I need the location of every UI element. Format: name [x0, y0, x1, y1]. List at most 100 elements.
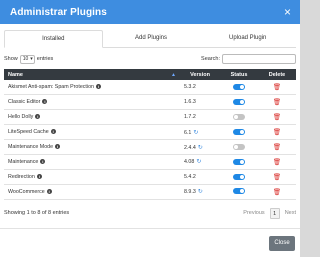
info-icon[interactable]: i [36, 173, 42, 179]
page-size-value: 10 [22, 56, 29, 62]
next-button[interactable]: Next [285, 210, 296, 216]
table-row: Akismet Anti-spam: Spam Protection i 5.3.2… [4, 80, 296, 95]
plugin-version: 4.08 [184, 159, 195, 166]
plugin-name-cell: Maintenance Mode i [4, 140, 180, 155]
info-icon[interactable]: i [50, 129, 56, 135]
plugin-name: WooCommerce [8, 188, 45, 195]
col-delete-header[interactable]: Delete [258, 69, 296, 80]
plugin-name-cell: Redirection i [4, 169, 180, 184]
status-toggle[interactable] [233, 83, 245, 90]
trash-icon[interactable]: 🗑 [273, 189, 281, 196]
plugin-delete-cell: 🗑 [258, 95, 296, 110]
close-icon[interactable]: × [284, 6, 291, 18]
trash-icon[interactable]: 🗑 [273, 99, 281, 106]
plugin-status-cell [220, 184, 258, 199]
plugin-version: 1.7.2 [184, 114, 196, 121]
plugins-table: Name ▲ Version Status Delete Akismet Anti… [4, 69, 296, 200]
plugin-status-cell [220, 125, 258, 140]
plugin-status-cell [220, 110, 258, 125]
plugin-version-cell: 1.7.2 [180, 110, 220, 125]
modal-header: Administrar Plugins × [0, 0, 300, 24]
tab-add-plugins[interactable]: Add Plugins [103, 30, 200, 47]
search-label: Search: [201, 56, 220, 62]
table-row: LiteSpeed Cache i 6.1 ↻ 🗑 [4, 125, 296, 140]
table-row: Maintenance i 4.08 ↻ 🗑 [4, 154, 296, 170]
update-icon[interactable]: ↻ [198, 145, 203, 151]
plugin-version-cell: 8.9.3 ↻ [180, 184, 220, 199]
table-row: Classic Editor i 1.6.3 🗑 [4, 95, 296, 110]
plugin-delete-cell: 🗑 [258, 125, 296, 140]
table-header-row: Name ▲ Version Status Delete [4, 69, 296, 80]
plugin-version: 5.4.2 [184, 173, 196, 180]
table-row: Hello Dolly i 1.7.2 🗑 [4, 110, 296, 125]
plugin-status-cell [220, 154, 258, 169]
table-controls: Show 10 ▾ entries Search: [4, 53, 296, 65]
status-toggle[interactable] [233, 173, 245, 180]
table-row: Redirection i 5.4.2 🗑 [4, 169, 296, 185]
plugin-name: Redirection [8, 173, 35, 180]
sort-asc-icon: ▲ [171, 71, 176, 78]
update-icon[interactable]: ↻ [198, 189, 203, 195]
update-icon[interactable]: ↻ [196, 159, 201, 165]
plugin-version: 6.1 [184, 129, 192, 136]
entries-info: Showing 1 to 8 of 8 entries [4, 210, 70, 217]
col-status-header[interactable]: Status [220, 69, 258, 80]
plugin-delete-cell: 🗑 [258, 169, 296, 184]
info-icon[interactable]: i [95, 84, 101, 90]
trash-icon[interactable]: 🗑 [273, 129, 281, 136]
trash-icon[interactable]: 🗑 [273, 159, 281, 166]
status-toggle[interactable] [233, 114, 245, 121]
footer-divider [0, 228, 300, 229]
modal-title: Administrar Plugins [10, 6, 107, 18]
plugin-name-cell: Hello Dolly i [4, 110, 180, 125]
plugin-name-cell: Akismet Anti-spam: Spam Protection i [4, 80, 180, 95]
status-toggle[interactable] [233, 188, 245, 195]
trash-icon[interactable]: 🗑 [273, 174, 281, 181]
info-icon[interactable]: i [46, 188, 52, 194]
plugin-status-cell [220, 95, 258, 110]
plugin-version-cell: 2.4.4 ↻ [180, 140, 220, 155]
previous-button[interactable]: Previous [243, 210, 264, 216]
status-toggle[interactable] [233, 128, 245, 135]
plugin-version: 5.3.2 [184, 84, 196, 91]
plugin-name-cell: Maintenance i [4, 154, 180, 169]
plugin-version: 8.9.3 [184, 189, 196, 196]
table-row: WooCommerce i 8.9.3 ↻ 🗑 [4, 184, 296, 200]
info-icon[interactable]: i [40, 158, 46, 164]
plugin-version-cell: 6.1 ↻ [180, 125, 220, 140]
status-toggle[interactable] [233, 99, 245, 106]
page-size-select[interactable]: 10 ▾ [19, 54, 35, 64]
info-icon[interactable]: i [55, 144, 61, 150]
table-footer: Showing 1 to 8 of 8 entries Previous 1 N… [4, 207, 296, 219]
tab-installed[interactable]: Installed [4, 30, 103, 48]
plugin-tabs: Installed Add Plugins Upload Plugin [4, 30, 296, 48]
search-input[interactable] [222, 54, 296, 64]
page-1-button[interactable]: 1 [269, 207, 280, 219]
plugin-version-cell: 4.08 ↻ [180, 154, 220, 169]
plugin-delete-cell: 🗑 [258, 110, 296, 125]
plugin-name: Akismet Anti-spam: Spam Protection [8, 84, 94, 91]
status-toggle[interactable] [233, 143, 245, 150]
status-toggle[interactable] [233, 158, 245, 165]
plugin-name-cell: Classic Editor i [4, 95, 180, 110]
chevron-down-icon: ▾ [30, 56, 33, 62]
update-icon[interactable]: ↻ [193, 130, 198, 136]
plugin-delete-cell: 🗑 [258, 154, 296, 169]
plugin-status-cell [220, 80, 258, 95]
plugin-name: Hello Dolly [8, 114, 34, 121]
table-row: Maintenance Mode i 2.4.4 ↻ 🗑 [4, 140, 296, 155]
col-version-header[interactable]: Version [180, 69, 220, 80]
plugin-status-cell [220, 169, 258, 184]
plugin-name-cell: LiteSpeed Cache i [4, 125, 180, 140]
close-button[interactable]: Close [269, 236, 295, 251]
trash-icon[interactable]: 🗑 [273, 144, 281, 151]
info-icon[interactable]: i [35, 114, 41, 120]
plugin-name: Maintenance Mode [8, 144, 54, 150]
trash-icon[interactable]: 🗑 [273, 114, 281, 121]
col-name-header[interactable]: Name ▲ [4, 69, 180, 80]
plugin-delete-cell: 🗑 [258, 80, 296, 95]
tab-upload-plugin[interactable]: Upload Plugin [199, 30, 296, 47]
plugin-delete-cell: 🗑 [258, 140, 296, 155]
info-icon[interactable]: i [42, 99, 48, 105]
trash-icon[interactable]: 🗑 [273, 84, 281, 91]
